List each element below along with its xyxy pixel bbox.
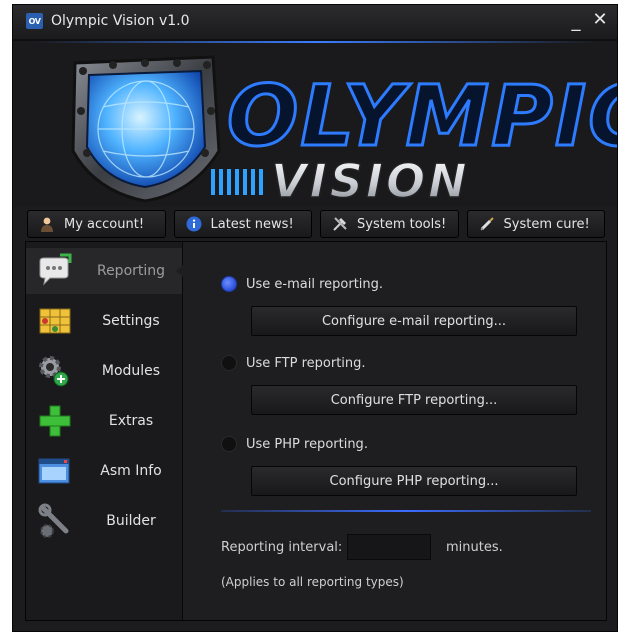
plus-icon <box>39 405 71 437</box>
interval-note: (Applies to all reporting types) <box>221 575 404 589</box>
gear-add-icon <box>39 356 69 387</box>
close-button[interactable]: ✕ <box>589 9 611 31</box>
php-option-label: Use PHP reporting. <box>246 436 368 452</box>
interval-input[interactable] <box>347 534 431 560</box>
sidebar-item-extras[interactable]: Extras <box>26 398 182 444</box>
configure-email-button[interactable]: Configure e-mail reporting... <box>251 306 577 336</box>
logo-vision-text: VISION <box>271 154 470 207</box>
sidebar-item-reporting[interactable]: Reporting <box>26 248 183 294</box>
tools-icon <box>331 215 349 233</box>
system-tools-label: System tools! <box>357 216 447 232</box>
wrench-gear-icon <box>38 503 69 538</box>
latest-news-label: Latest news! <box>210 216 294 232</box>
interval-unit: minutes. <box>446 540 503 555</box>
interval-label: Reporting interval: <box>221 540 343 555</box>
php-reporting-option[interactable]: Use PHP reporting. <box>221 436 368 452</box>
ftp-reporting-option[interactable]: Use FTP reporting. <box>221 355 366 371</box>
sidebar-item-modules[interactable]: Modules <box>26 348 182 394</box>
system-cure-label: System cure! <box>503 216 590 232</box>
syringe-icon <box>478 215 496 233</box>
sidebar: Reporting Settings Modules Extras Asm In… <box>26 242 183 620</box>
latest-news-button[interactable]: Latest news! <box>173 210 312 238</box>
sidebar-item-label: Extras <box>108 413 154 429</box>
window-title: Olympic Vision v1.0 <box>51 13 190 29</box>
sidebar-item-asm-info[interactable]: Asm Info <box>26 448 182 494</box>
sidebar-item-label: Builder <box>106 513 156 529</box>
configure-php-button[interactable]: Configure PHP reporting... <box>251 466 577 496</box>
user-icon <box>38 215 56 233</box>
sidebar-item-builder[interactable]: Builder <box>26 498 182 544</box>
logo-graphic: OLYMPIC VISION <box>71 55 617 207</box>
my-account-label: My account! <box>64 216 145 232</box>
globe-shield-icon <box>71 55 221 203</box>
configure-ftp-button[interactable]: Configure FTP reporting... <box>251 385 577 415</box>
section-divider <box>221 510 591 512</box>
system-tools-button[interactable]: System tools! <box>320 210 459 238</box>
logo-olympic-text: OLYMPIC <box>227 67 617 165</box>
ftp-option-label: Use FTP reporting. <box>246 355 366 371</box>
sidebar-item-label: Modules <box>101 363 161 379</box>
title-bar[interactable]: OV Olympic Vision v1.0 _ ✕ <box>13 5 617 41</box>
grid-settings-icon <box>39 308 71 334</box>
sidebar-item-label: Settings <box>102 313 160 329</box>
content-panel: Reporting Settings Modules Extras Asm In… <box>25 241 607 621</box>
app-window: OV Olympic Vision v1.0 _ ✕ OLYMPIC VISIO… <box>12 4 618 632</box>
info-icon <box>185 215 203 233</box>
sidebar-item-label: Asm Info <box>100 463 162 479</box>
email-option-label: Use e-mail reporting. <box>246 276 384 292</box>
system-cure-button[interactable]: System cure! <box>466 210 605 238</box>
app-icon: OV <box>26 13 43 29</box>
minimize-button[interactable]: _ <box>565 11 587 33</box>
logo-banner: OLYMPIC VISION <box>13 41 617 207</box>
email-reporting-option[interactable]: Use e-mail reporting. <box>221 276 383 292</box>
php-radio[interactable] <box>221 436 237 452</box>
window-icon <box>38 458 70 484</box>
sidebar-item-label: Reporting <box>96 263 166 279</box>
active-caret <box>176 265 183 277</box>
email-radio[interactable] <box>221 276 237 292</box>
chat-bubble-icon <box>39 253 72 286</box>
ftp-radio[interactable] <box>221 355 237 371</box>
my-account-button[interactable]: My account! <box>27 210 166 238</box>
sidebar-item-settings[interactable]: Settings <box>26 298 182 344</box>
top-nav: My account! Latest news! System tools! S… <box>27 210 605 238</box>
reporting-panel: Use e-mail reporting. Configure e-mail r… <box>183 242 606 620</box>
